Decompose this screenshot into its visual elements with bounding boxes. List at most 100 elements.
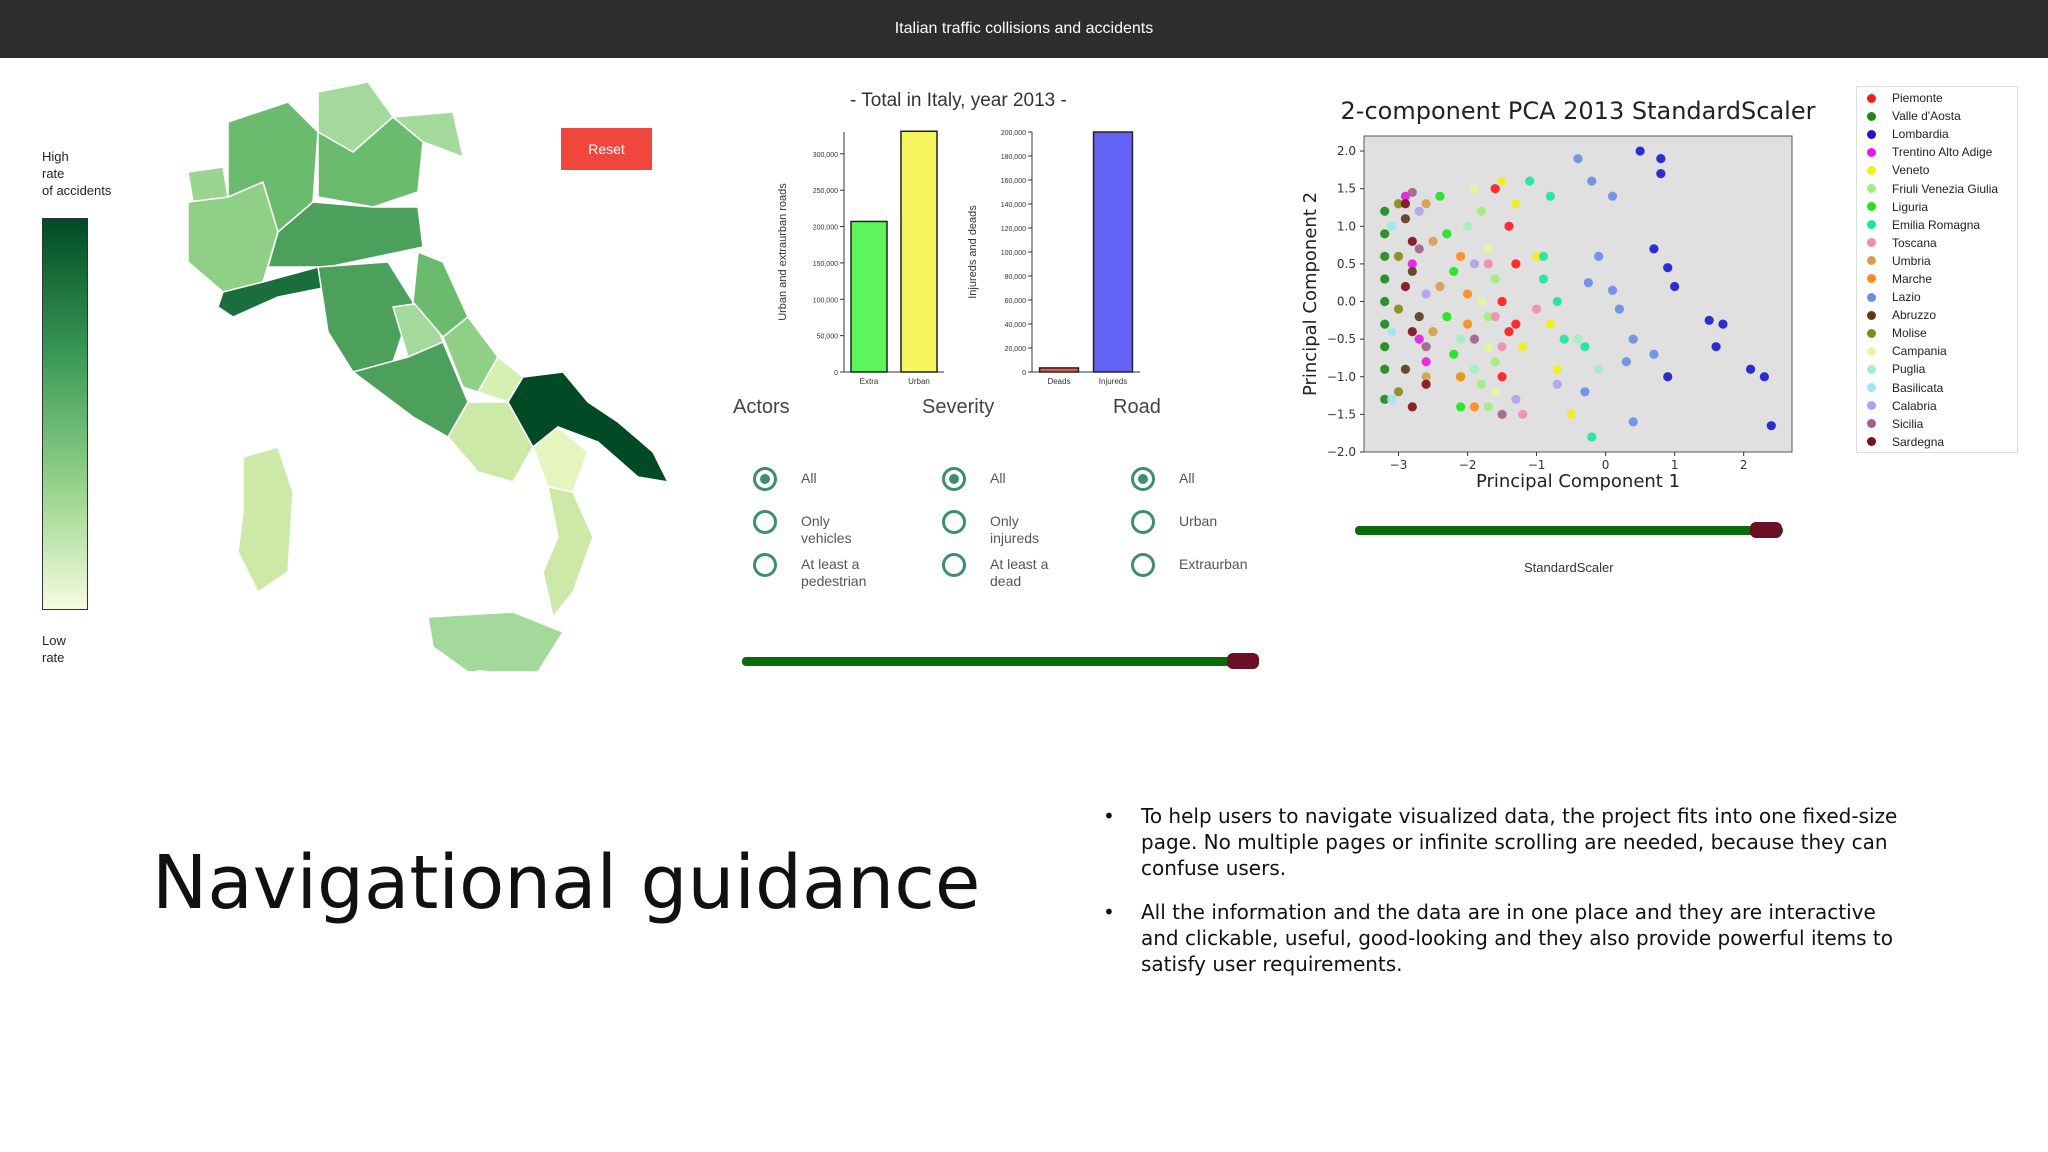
x-tick-label: 0 [1602,458,1610,472]
option-label: Urban [1179,513,1218,529]
pca-point [1421,199,1431,209]
pca-point [1511,259,1521,269]
y-tick-label: 0 [834,370,838,377]
actors-option-all[interactable]: All [753,467,881,491]
radio-selected[interactable] [942,467,966,491]
legend-item: Marche [1867,270,2017,288]
region-valle-daosta [187,166,229,203]
road-option-urban[interactable]: Urban [1131,510,1259,534]
option-label: Extraurban [1179,556,1248,572]
pca-point [1552,379,1562,389]
region-calabria [542,486,594,619]
pca-title: 2-component PCA 2013 StandardScaler [1341,97,1816,125]
radio[interactable] [942,553,966,577]
pca-point [1380,206,1390,216]
legend-item: Piemonte [1867,89,2017,107]
reset-button[interactable]: Reset [561,128,652,170]
pca-point [1531,304,1542,314]
y-tick-label: 200,000 [813,225,838,232]
legend-dot [1867,202,1876,212]
y-tick-label: 60,000 [1005,298,1027,305]
roads-bar-chart: 0 50,000 100,000 150,000 200,000 250,000 300,0… [777,130,944,386]
pca-point [1545,191,1555,201]
radio-selected[interactable] [1131,467,1155,491]
legend-item: Lombardia [1867,125,2017,143]
pca-point [1656,169,1666,179]
pca-point [1407,266,1417,277]
legend-label: Campania [1892,344,1947,359]
pca-point [1421,379,1431,389]
pca-point [1704,315,1714,325]
pca-point [1400,364,1411,374]
pca-point [1421,342,1431,352]
radio[interactable] [942,510,966,534]
severity-option-all[interactable]: All [942,467,1070,491]
x-tick-label: 2 [1740,458,1748,472]
y-tick-label: 150,000 [813,261,838,268]
pca-point [1442,229,1452,239]
pca-point [1380,296,1390,307]
actors-option-pedestrian[interactable]: At least a pedestrian [753,553,881,590]
pca-point [1607,285,1618,295]
pca-point [1594,251,1604,261]
pca-point [1456,334,1466,344]
radio[interactable] [753,510,777,534]
legend-label: Friuli Venezia Giulia [1892,181,1999,196]
legend-item: Puglia [1867,360,2017,378]
legend-item: Calabria [1867,397,2017,415]
legend-item: Abruzzo [1867,306,2017,324]
y-axis-label: Principal Component 2 [1300,192,1321,396]
bullet-list: To help users to navigate visualized dat… [1103,803,1903,995]
actors-option-only-vehicles[interactable]: Only vehicles [753,510,881,547]
pca-point [1511,319,1521,329]
legend-label: Lombardia [1892,127,1949,142]
pca-point [1504,221,1514,231]
pca-point [1414,311,1424,322]
pca-point [1469,364,1480,374]
pca-legend: Piemonte Valle d'Aosta Lombardia Trentino A… [1856,86,2018,453]
legend-label: Molise [1892,326,1927,341]
pca-point [1387,327,1397,337]
pca-point [1511,394,1521,404]
legend-item: Lazio [1867,288,2017,306]
legend-label: Sicilia [1892,416,1924,431]
pca-point [1490,387,1500,397]
radio-selected[interactable] [753,467,777,491]
pca-point [1656,153,1666,164]
bar [850,220,888,373]
pca-point [1469,184,1480,194]
road-title: Road [1113,396,1161,418]
option-label: At least a pedestrian [801,556,867,589]
pca-point [1462,289,1473,299]
option-label: Only injureds [990,513,1040,546]
region-sardegna [237,446,294,594]
legend-label: Piemonte [1892,91,1943,106]
app-header: Italian traffic collisions and accidents [0,0,2048,58]
pca-point [1607,191,1618,201]
road-option-all[interactable]: All [1131,467,1259,491]
radio[interactable] [1131,510,1155,534]
pca-point [1518,342,1528,352]
pca-point [1559,334,1569,344]
scaler-slider-track[interactable] [1355,526,1783,535]
x-axis-label: Principal Component 1 [1476,471,1680,492]
pca-panel: 2-component PCA 2013 StandardScaler −2.0 −… [1294,86,1846,500]
legend-item: Trentino Alto Adige [1867,143,2017,161]
legend-item: Veneto [1867,161,2017,179]
pca-point [1414,206,1424,216]
severity-option-only-injureds[interactable]: Only injureds [942,510,1070,547]
legend-dot [1867,419,1876,429]
pca-scatter-chart: 2-component PCA 2013 StandardScaler −2.0 −… [1300,97,1816,492]
scaler-slider-thumb[interactable] [1749,522,1782,538]
bar [900,130,938,373]
y-tick-label: 250,000 [813,188,838,195]
severity-option-dead[interactable]: At least a dead [942,553,1070,590]
road-option-extraurban[interactable]: Extraurban [1131,553,1259,577]
legend-dot [1867,129,1876,139]
pca-point [1400,281,1411,292]
pca-point [1538,251,1549,261]
radio[interactable] [753,553,777,577]
radio[interactable] [1131,553,1155,577]
pca-point [1497,342,1507,352]
y-tick-label: 0.5 [1337,257,1356,271]
